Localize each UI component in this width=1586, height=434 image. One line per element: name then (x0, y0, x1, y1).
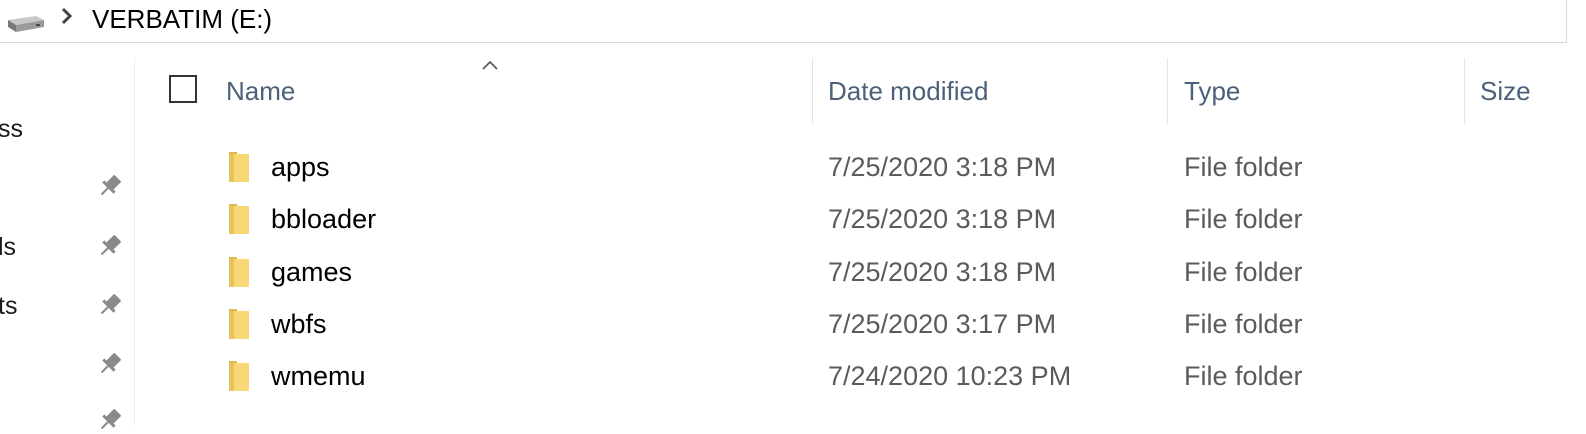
pin-icon[interactable] (96, 172, 124, 200)
removable-drive-icon (8, 16, 44, 32)
file-type: File folder (1184, 204, 1303, 234)
navigation-pane[interactable]: ss ls ts (0, 58, 135, 430)
file-row[interactable]: wbfs 7/25/2020 3:17 PM File folder (135, 299, 1586, 351)
file-type: File folder (1184, 309, 1303, 339)
pin-icon[interactable] (96, 350, 124, 378)
address-path[interactable]: VERBATIM (E:) (92, 2, 272, 36)
file-row[interactable]: bbloader 7/25/2020 3:18 PM File folder (135, 194, 1586, 246)
file-type: File folder (1184, 257, 1303, 287)
file-row[interactable]: games 7/25/2020 3:18 PM File folder (135, 247, 1586, 299)
pin-icon[interactable] (96, 232, 124, 260)
file-name[interactable]: apps (271, 150, 330, 184)
file-row[interactable]: apps 7/25/2020 3:18 PM File folder (135, 142, 1586, 194)
file-type: File folder (1184, 152, 1303, 182)
folder-icon (229, 361, 249, 391)
column-divider[interactable] (1167, 58, 1168, 124)
file-name[interactable]: wbfs (271, 307, 327, 341)
chevron-right-icon[interactable] (58, 5, 76, 27)
address-bar[interactable]: VERBATIM (E:) (0, 0, 1567, 43)
file-type: File folder (1184, 361, 1303, 391)
folder-icon (229, 152, 249, 182)
column-header-type[interactable]: Type (1184, 74, 1240, 108)
file-name[interactable]: wmemu (271, 359, 366, 393)
sort-ascending-icon (482, 60, 498, 70)
file-date-modified: 7/25/2020 3:18 PM (828, 204, 1057, 234)
file-row[interactable]: wmemu 7/24/2020 10:23 PM File folder (135, 351, 1586, 403)
file-name[interactable]: bbloader (271, 202, 376, 236)
pin-icon[interactable] (96, 291, 124, 319)
pin-icon[interactable] (96, 406, 124, 434)
file-date-modified: 7/25/2020 3:18 PM (828, 257, 1057, 287)
column-divider[interactable] (812, 58, 813, 124)
file-date-modified: 7/25/2020 3:17 PM (828, 309, 1057, 339)
nav-item-label[interactable]: ls (0, 232, 16, 262)
nav-item-label[interactable]: ts (0, 291, 17, 321)
folder-icon (229, 257, 249, 287)
select-all-checkbox[interactable] (169, 75, 197, 103)
column-header-row: Name Date modified Type Size (135, 58, 1586, 124)
file-name[interactable]: games (271, 255, 352, 289)
column-header-size[interactable]: Size (1480, 74, 1531, 108)
column-header-date-modified[interactable]: Date modified (828, 74, 988, 108)
file-date-modified: 7/25/2020 3:18 PM (828, 152, 1057, 182)
folder-icon (229, 204, 249, 234)
column-divider[interactable] (1464, 58, 1465, 124)
file-date-modified: 7/24/2020 10:23 PM (828, 361, 1072, 391)
folder-icon (229, 309, 249, 339)
nav-item-label[interactable]: ss (0, 114, 23, 144)
column-header-name[interactable]: Name (226, 74, 295, 108)
